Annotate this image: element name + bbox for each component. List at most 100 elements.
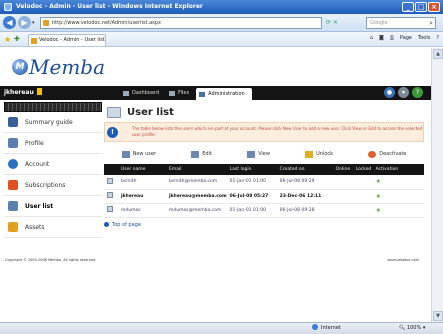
cell-user-name: jkhereau: [118, 189, 166, 204]
scroll-down-icon[interactable]: ▼: [433, 311, 443, 321]
edit-icon: [191, 150, 200, 158]
cell-locked: [352, 203, 373, 218]
history-dropdown-icon[interactable]: ▾: [32, 20, 35, 26]
cell-online: [332, 189, 353, 204]
dashboard-icon: [123, 90, 129, 96]
summary-guide-icon: [8, 117, 18, 127]
sidebar-item-profile[interactable]: Profile: [4, 133, 102, 154]
help-icon[interactable]: ?: [436, 35, 439, 41]
nav-dashboard[interactable]: Dashboard: [120, 86, 166, 100]
column-header-user-name[interactable]: User name: [118, 164, 166, 175]
title-bar: Velodoc - Admin - User list - Windows In…: [0, 0, 443, 14]
memba-logo[interactable]: M Memba: [12, 54, 105, 80]
cell-last-login: 06-Jul-08 05:27: [226, 189, 277, 204]
search-input[interactable]: Google ⌕: [366, 17, 436, 29]
sidebar-item-user-list[interactable]: User list: [4, 196, 102, 217]
tab-page-icon: [31, 38, 37, 44]
search-icon[interactable]: ⌕: [429, 18, 433, 28]
column-header-locked[interactable]: Locked: [352, 164, 373, 175]
feeds-icon[interactable]: ◙: [379, 35, 384, 41]
maximize-icon[interactable]: □: [415, 2, 427, 12]
add-favorites-icon[interactable]: ✚: [14, 35, 20, 43]
page-title: User list: [104, 102, 424, 122]
edit-button[interactable]: Edit: [191, 150, 212, 158]
column-header-email[interactable]: Email: [166, 164, 227, 175]
files-icon: [169, 90, 176, 96]
nav-files[interactable]: Files: [166, 86, 196, 100]
chat-icon[interactable]: ●: [384, 87, 395, 98]
table-header: User name Email Last login Created on On…: [104, 164, 424, 175]
new-user-button[interactable]: New user: [121, 150, 156, 158]
view-button[interactable]: View: [247, 150, 270, 158]
table-row[interactable]: mdumas mdumas@memba.com 01-Jan-01 01:00 …: [104, 203, 424, 218]
main-panel: User list ! The table below lists the us…: [104, 102, 424, 228]
user-row-icon: [107, 177, 113, 184]
deactivate-button[interactable]: Deactivate: [368, 150, 406, 158]
top-of-page-label: Top of page: [112, 221, 141, 228]
zone-label: Internet: [321, 325, 341, 331]
url-field[interactable]: http://www.velodoc.net/Admin/userlist.as…: [40, 17, 322, 29]
cell-email: jkhereau@memba.com: [166, 189, 227, 204]
page-footer: Copyright © 2005-2008 Memba. All rights …: [0, 256, 431, 266]
column-header-activation[interactable]: Activation: [372, 164, 424, 175]
minimize-icon[interactable]: _: [402, 2, 414, 12]
column-header-last-login[interactable]: Last login: [226, 164, 277, 175]
page-menu[interactable]: Page: [400, 35, 412, 41]
command-bar: ★ ✚ Velodoc - Admin - User list ⌂ ◙ ⎙ Pa…: [0, 32, 443, 47]
browser-tab[interactable]: Velodoc - Admin - User list: [28, 34, 106, 46]
nav-administration[interactable]: Administration: [196, 88, 252, 100]
column-header-online[interactable]: Online: [332, 164, 353, 175]
cell-last-login: 01-Jan-01 01:00: [226, 175, 277, 190]
table-row[interactable]: jkhereau jkhereau@memba.com 06-Jul-08 05…: [104, 189, 424, 204]
sidebar-header: [4, 102, 102, 112]
window-title: Velodoc - Admin - User list - Windows In…: [16, 3, 203, 10]
column-header-created-on[interactable]: Created on: [276, 164, 333, 175]
nav-dashboard-label: Dashboard: [132, 90, 160, 96]
scroll-up-icon[interactable]: ▲: [433, 49, 443, 59]
help-circle-icon[interactable]: ?: [412, 87, 423, 98]
navbar-actions: ● ▾ ?: [384, 87, 423, 98]
sidebar-item-subscriptions[interactable]: Subscriptions: [4, 175, 102, 196]
settings-icon[interactable]: ▾: [398, 87, 409, 98]
favorites-star-icon[interactable]: ★: [4, 35, 11, 44]
footer-site-link[interactable]: www.velodoc.com: [387, 258, 419, 262]
refresh-stop-icon[interactable]: ⟳ ✕: [326, 19, 338, 26]
current-user[interactable]: jkhereau: [4, 86, 42, 100]
user-toolbar: New user Edit View Unlock Deactivate: [104, 145, 424, 163]
user-table: User name Email Last login Created on On…: [104, 164, 424, 218]
select-column-header: [104, 164, 118, 175]
forward-button[interactable]: ▶: [18, 16, 31, 29]
home-icon[interactable]: ⌂: [370, 35, 373, 41]
sidebar-item-assets[interactable]: Assets: [4, 217, 102, 238]
close-icon[interactable]: ×: [428, 2, 440, 12]
zoom-value: 100%: [406, 325, 422, 331]
page-content: M Memba jkhereau Dashboard Files Adminis…: [0, 48, 431, 322]
unlock-button[interactable]: Unlock: [305, 150, 333, 158]
security-zone[interactable]: Internet: [312, 323, 341, 334]
print-icon[interactable]: ⎙: [390, 35, 394, 41]
table-row[interactable]: bsmith bsmith@memba.com 01-Jan-01 01:00 …: [104, 175, 424, 190]
sidebar-item-label: Assets: [25, 223, 45, 231]
edit-label: Edit: [202, 151, 212, 157]
sidebar-item-summary-guide[interactable]: Summary guide: [4, 112, 102, 133]
user-name: jkhereau: [4, 89, 34, 96]
sidebar-item-label: User list: [25, 202, 54, 210]
vertical-scrollbar[interactable]: ▲ ▼: [431, 48, 443, 322]
sidebar-item-account[interactable]: Account: [4, 154, 102, 175]
zoom-level[interactable]: 🔍︎ 100% ▾: [399, 323, 425, 334]
user-list-title-icon: [107, 106, 121, 118]
status-bar: Internet 🔍︎ 100% ▾: [0, 322, 443, 334]
activation-star-icon: ★: [375, 206, 382, 214]
cell-email: mdumas@memba.com: [166, 203, 227, 218]
tools-menu[interactable]: Tools: [418, 35, 430, 41]
top-of-page-link[interactable]: Top of page: [104, 222, 424, 228]
back-button[interactable]: ◀: [3, 16, 16, 29]
activation-star-icon: ★: [375, 192, 382, 200]
cell-created-on: 23-Dec-06 12:11: [276, 189, 333, 204]
search-placeholder: Google: [370, 20, 388, 26]
cell-locked: [352, 189, 373, 204]
globe-icon: [312, 324, 318, 330]
subscriptions-icon: [8, 180, 18, 190]
nav-administration-label: Administration: [208, 91, 245, 97]
activation-star-icon: ★: [375, 178, 382, 186]
